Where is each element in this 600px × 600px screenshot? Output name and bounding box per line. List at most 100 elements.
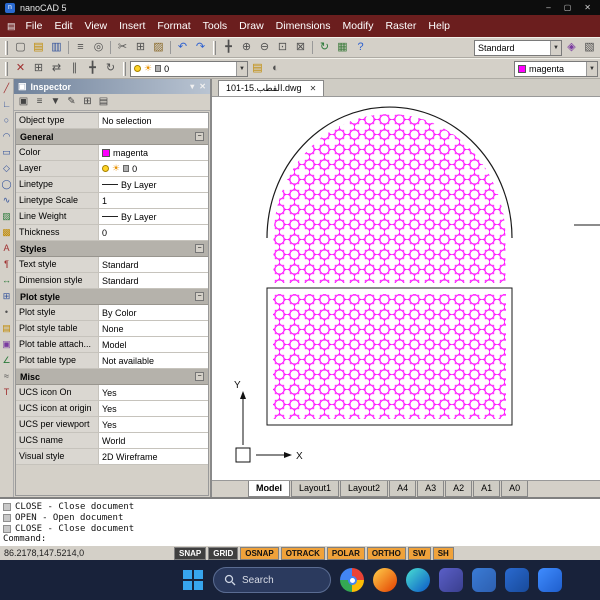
layer-combo[interactable]: ☀ 0 ▼ xyxy=(130,60,248,77)
new-file-button[interactable]: ▢ xyxy=(12,39,29,56)
taskbar-app-2[interactable] xyxy=(373,568,397,592)
copy-object-button[interactable]: ⊞ xyxy=(30,60,47,77)
layout-tab-a3[interactable]: A3 xyxy=(417,481,445,497)
arc-tool-button[interactable]: ◠ xyxy=(0,130,13,143)
measure-tool-button[interactable]: ∠ xyxy=(0,354,13,367)
collapse-button[interactable]: − xyxy=(195,132,204,141)
toggle-sw[interactable]: SW xyxy=(407,546,431,560)
text-style-combo[interactable]: Standard ▼ xyxy=(474,39,562,56)
menu-view[interactable]: View xyxy=(79,17,114,35)
command-prompt[interactable]: Command: xyxy=(3,534,597,544)
zoom-extents-button[interactable]: ⊠ xyxy=(292,39,309,56)
styles-button[interactable]: ◈ xyxy=(563,39,580,56)
property-value[interactable]: Not available xyxy=(99,353,208,368)
menu-file[interactable]: File xyxy=(20,17,49,35)
property-value[interactable]: Standard xyxy=(99,273,208,288)
chevron-down-icon[interactable]: ▼ xyxy=(586,61,597,76)
property-value[interactable]: 1 xyxy=(99,193,208,208)
point-tool-button[interactable]: • xyxy=(0,306,13,319)
taskbar-search[interactable]: Search xyxy=(213,567,331,593)
toolbar-grip[interactable] xyxy=(5,61,8,76)
preview-button[interactable]: ◎ xyxy=(90,39,107,56)
polyline-tool-button[interactable]: ∟ xyxy=(0,98,13,111)
toggle-osnap[interactable]: OSNAP xyxy=(240,546,279,560)
plot-button[interactable]: ≡ xyxy=(72,39,89,56)
property-value[interactable]: Yes xyxy=(99,401,208,416)
start-button[interactable] xyxy=(182,569,204,591)
minimize-button[interactable]: – xyxy=(546,3,550,12)
layout-tab-a2[interactable]: A2 xyxy=(445,481,473,497)
menu-insert[interactable]: Insert xyxy=(113,17,151,35)
collapse-button[interactable]: − xyxy=(195,372,204,381)
taskbar-app-6[interactable] xyxy=(505,568,529,592)
categorized-view-tool[interactable]: ▼ xyxy=(48,95,63,110)
menu-raster[interactable]: Raster xyxy=(379,17,422,35)
layout-tab-a4[interactable]: A4 xyxy=(389,481,417,497)
taskbar-app-4[interactable] xyxy=(439,568,463,592)
layers-button[interactable]: ▤ xyxy=(249,60,266,77)
add-tool[interactable]: ⊞ xyxy=(80,95,95,110)
move-button[interactable]: ╋ xyxy=(84,60,101,77)
collapse-button[interactable]: − xyxy=(195,292,204,301)
close-button[interactable]: ✕ xyxy=(584,3,591,12)
ellipse-tool-button[interactable]: ◯ xyxy=(0,178,13,191)
menu-format[interactable]: Format xyxy=(151,17,196,35)
copy-button[interactable]: ⊞ xyxy=(132,39,149,56)
spline-tool-button[interactable]: ∿ xyxy=(0,194,13,207)
collapse-button[interactable]: − xyxy=(195,244,204,253)
property-value[interactable]: By Layer xyxy=(99,177,208,192)
toolbar-grip[interactable] xyxy=(5,40,8,55)
text-tool-button[interactable]: A xyxy=(0,242,13,255)
toolbar-grip[interactable] xyxy=(123,61,126,76)
rotate-button[interactable]: ↻ xyxy=(102,60,119,77)
circle-tool-button[interactable]: ○ xyxy=(0,114,13,127)
color-combo[interactable]: magenta ▼ xyxy=(514,60,598,77)
taskbar-app-3[interactable] xyxy=(406,568,430,592)
toolbar-grip[interactable] xyxy=(213,40,216,55)
pin-icon[interactable]: ▾ xyxy=(190,82,194,91)
property-value[interactable]: 2D Wireframe xyxy=(99,449,208,464)
cut-button[interactable]: ✂ xyxy=(114,39,131,56)
menu-help[interactable]: Help xyxy=(422,17,456,35)
property-value[interactable]: magenta xyxy=(99,145,208,160)
inspector-close-icon[interactable]: ✕ xyxy=(199,82,206,91)
dimension-tool-button[interactable]: ↔ xyxy=(0,274,13,287)
quick-select-tool[interactable]: ≡ xyxy=(32,95,47,110)
menu-edit[interactable]: Edit xyxy=(48,17,78,35)
mtext-tool-button[interactable]: ¶ xyxy=(0,258,13,271)
property-value[interactable]: World xyxy=(99,433,208,448)
table-tool-button[interactable]: ▤ xyxy=(0,322,13,335)
command-window[interactable]: CLOSE - Close document OPEN - Open docume… xyxy=(0,497,600,545)
properties-button[interactable]: ▦ xyxy=(334,39,351,56)
line-tool-button[interactable]: ╱ xyxy=(0,82,13,95)
pan-button[interactable]: ╋ xyxy=(220,39,237,56)
chevron-down-icon[interactable]: ▼ xyxy=(236,61,247,76)
tab-close-icon[interactable]: ✕ xyxy=(310,84,317,93)
property-value[interactable]: Yes xyxy=(99,417,208,432)
layer-states-button[interactable]: ◐ xyxy=(267,60,284,77)
taskbar-app-1[interactable] xyxy=(340,568,364,592)
help-button[interactable]: ? xyxy=(352,39,369,56)
mirror-button[interactable]: ⇄ xyxy=(48,60,65,77)
chevron-down-icon[interactable]: ▼ xyxy=(550,40,561,55)
menu-draw[interactable]: Draw xyxy=(233,17,270,35)
paste-button[interactable]: ▨ xyxy=(150,39,167,56)
toggle-polar[interactable]: POLAR xyxy=(326,546,365,560)
taskbar-app-5[interactable] xyxy=(472,568,496,592)
property-value[interactable]: Standard xyxy=(99,257,208,272)
erase-button[interactable]: ✕ xyxy=(12,60,29,77)
redo-button[interactable]: ↷ xyxy=(192,39,209,56)
property-value[interactable]: By Color xyxy=(99,305,208,320)
layout-tab-model[interactable]: Model xyxy=(248,481,290,497)
offset-button[interactable]: ∥ xyxy=(66,60,83,77)
property-value[interactable]: Yes xyxy=(99,385,208,400)
zoom-out-button[interactable]: ⊖ xyxy=(256,39,273,56)
settings-tool[interactable]: ▤ xyxy=(96,95,111,110)
property-value[interactable]: ☀ 0 xyxy=(99,161,208,176)
regen-button[interactable]: ↻ xyxy=(316,39,333,56)
zoom-in-button[interactable]: ⊕ xyxy=(238,39,255,56)
property-value[interactable]: None xyxy=(99,321,208,336)
edit-tool[interactable]: ✎ xyxy=(64,95,79,110)
open-file-button[interactable]: ▤ xyxy=(30,39,47,56)
options-button[interactable]: ▧ xyxy=(581,39,598,56)
